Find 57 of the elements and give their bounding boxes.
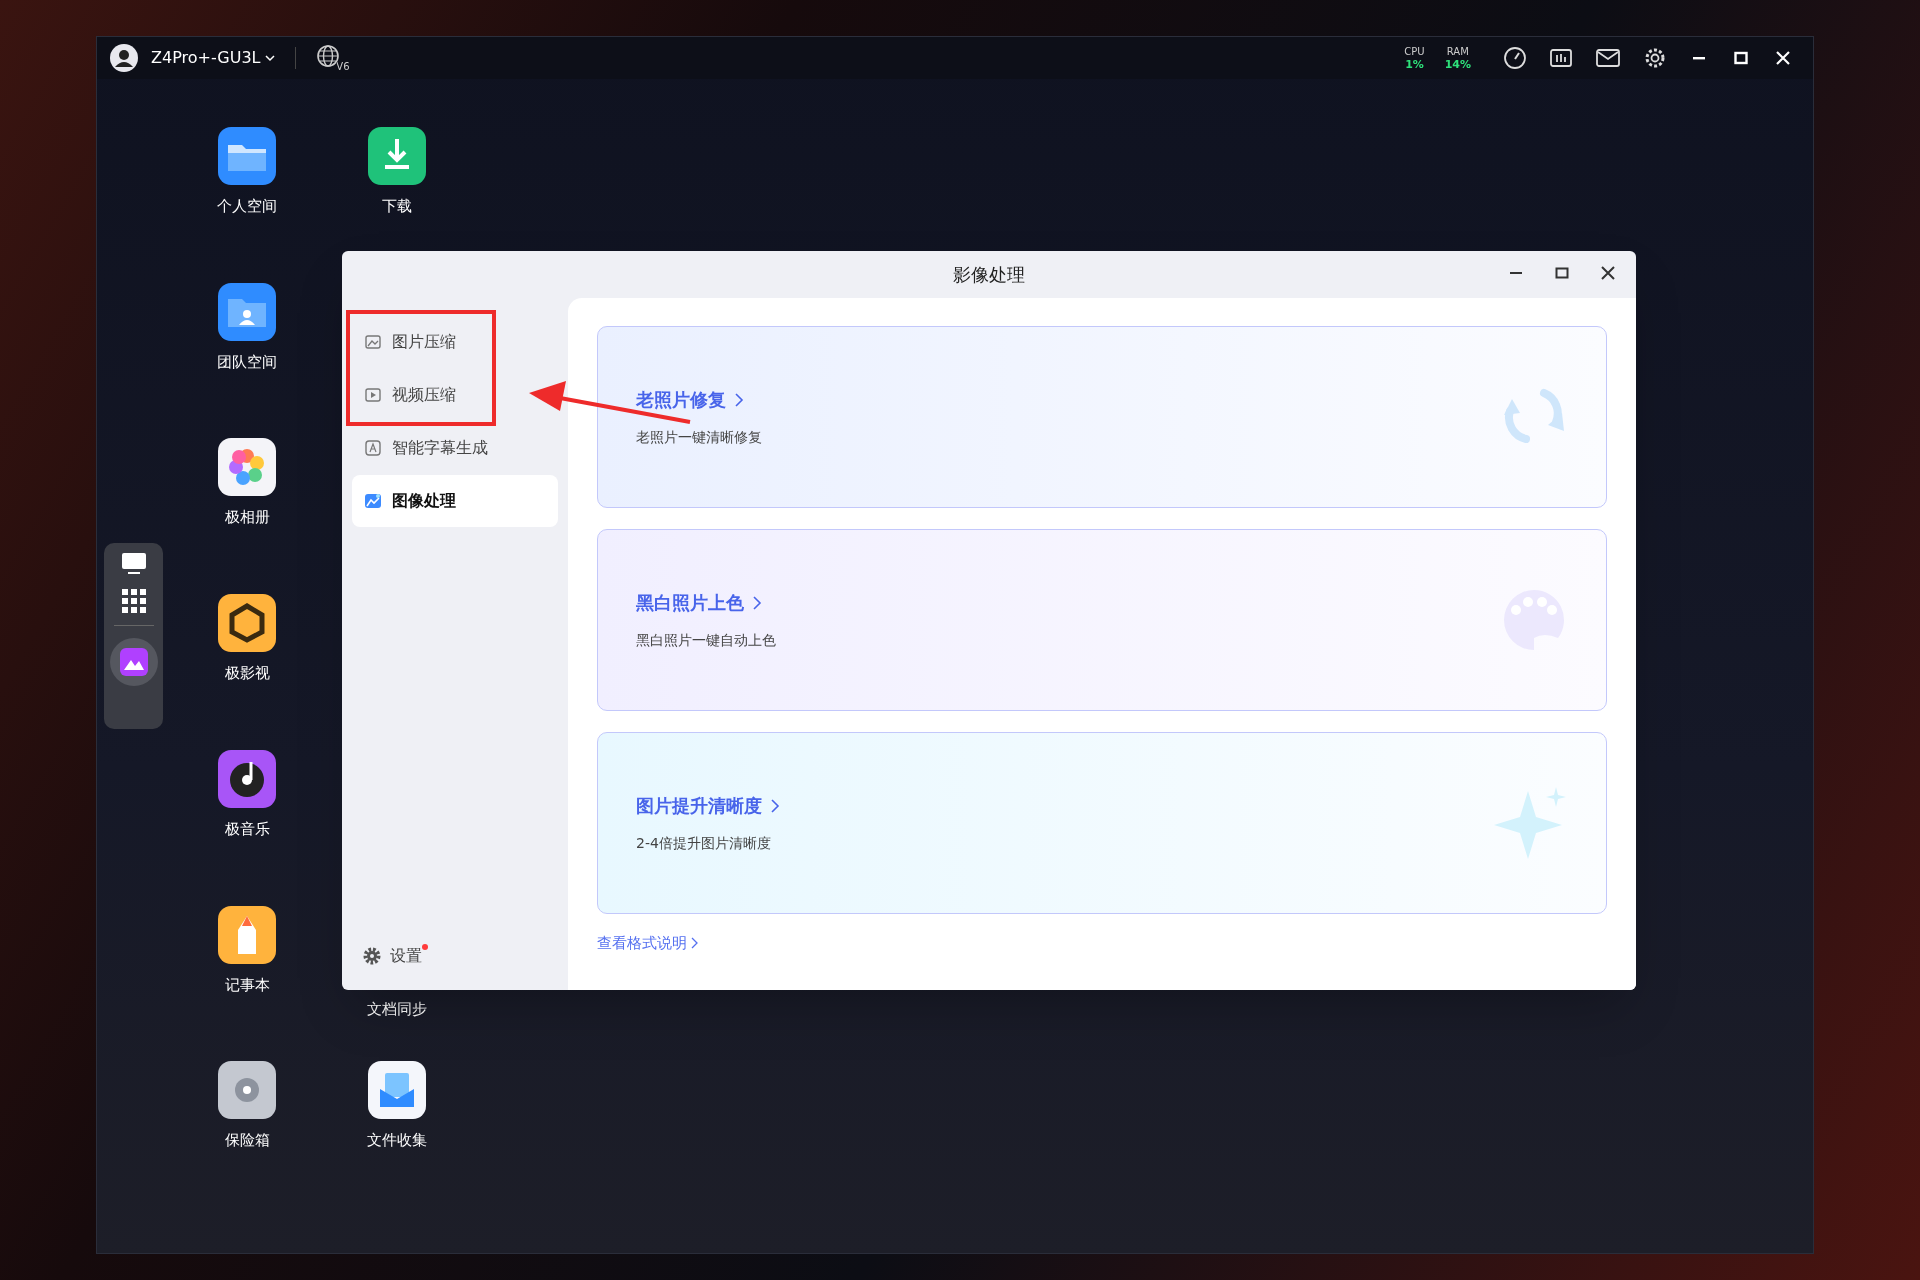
app-grid-icon[interactable] xyxy=(121,589,146,613)
sidebar-item[interactable]: 图片压缩 xyxy=(352,316,468,368)
settings-link[interactable]: 设置 xyxy=(390,944,428,968)
cpu-usage-label: CPU xyxy=(1404,46,1425,57)
ram-usage-value: 14% xyxy=(1444,58,1471,70)
feature-card[interactable]: 图片提升清晰度 2-4倍提升图片清晰度 xyxy=(597,732,1607,914)
window-title: 影像处理 xyxy=(953,263,1025,287)
folder-icon[interactable] xyxy=(218,127,276,185)
monitor-chart-icon[interactable] xyxy=(1549,46,1573,70)
feature-card[interactable]: 黑白照片上色 黑白照片一键自动上色 xyxy=(597,529,1607,711)
safe-dial-icon[interactable] xyxy=(218,1061,276,1120)
device-selector[interactable]: Z4Pro+-GU3L xyxy=(151,46,275,70)
app-label[interactable]: 保险箱 xyxy=(224,1129,270,1152)
card-description: 老照片一键清晰修复 xyxy=(636,428,763,447)
monitor-icon[interactable] xyxy=(119,551,148,577)
feature-card[interactable]: 老照片修复 老照片一键清晰修复 xyxy=(597,326,1607,508)
app-label[interactable]: 记事本 xyxy=(224,973,270,997)
subtitle-icon xyxy=(364,439,382,457)
ram-usage-label: RAM xyxy=(1446,46,1469,57)
sidebar-item[interactable]: 视频压缩 xyxy=(352,369,468,421)
image-icon xyxy=(364,492,382,510)
mail-icon[interactable] xyxy=(1595,47,1621,69)
flower-icon[interactable] xyxy=(218,438,276,497)
video-icon xyxy=(364,386,382,404)
app-label[interactable]: 极相册 xyxy=(224,506,270,529)
card-description: 黑白照片一键自动上色 xyxy=(636,631,777,650)
cpu-usage-value: 1% xyxy=(1405,58,1424,70)
chevron-right-icon xyxy=(752,595,762,610)
app-label[interactable]: 个人空间 xyxy=(217,195,277,218)
card-description: 2-4倍提升图片清晰度 xyxy=(636,834,772,853)
image-icon xyxy=(364,333,382,351)
pencil-icon[interactable] xyxy=(218,905,276,964)
document-tray-icon[interactable] xyxy=(368,1061,426,1120)
card-title[interactable]: 老照片修复 xyxy=(636,386,1484,413)
speed-gauge-icon[interactable] xyxy=(1503,46,1527,70)
chevron-right-icon xyxy=(734,392,744,407)
image-app-icon xyxy=(119,648,148,676)
chevron-down-icon xyxy=(264,54,275,62)
app-label[interactable]: 团队空间 xyxy=(217,350,277,374)
format-help-link[interactable]: 查看格式说明 xyxy=(597,932,698,955)
sidebar-item[interactable]: 图像处理 xyxy=(352,475,558,527)
app-label[interactable]: 极影视 xyxy=(224,662,270,685)
settings-icon[interactable] xyxy=(362,946,382,966)
team-folder-icon[interactable] xyxy=(218,282,276,341)
card-title[interactable]: 图片提升清晰度 xyxy=(636,792,1484,819)
chevron-right-icon xyxy=(770,798,780,813)
active-app-button[interactable] xyxy=(109,638,158,686)
sidebar-item[interactable]: 智能字幕生成 xyxy=(352,422,500,474)
app-label[interactable]: 文档同步 xyxy=(367,997,427,1021)
download-icon[interactable] xyxy=(368,127,426,185)
app-label[interactable]: 极音乐 xyxy=(224,817,270,841)
chevron-right-icon xyxy=(691,937,698,950)
settings-icon[interactable] xyxy=(1643,46,1667,70)
card-title[interactable]: 黑白照片上色 xyxy=(636,589,1484,616)
user-avatar-icon[interactable] xyxy=(109,43,139,73)
app-label[interactable]: 文件收集 xyxy=(367,1129,427,1152)
app-label[interactable]: 下载 xyxy=(382,195,412,218)
